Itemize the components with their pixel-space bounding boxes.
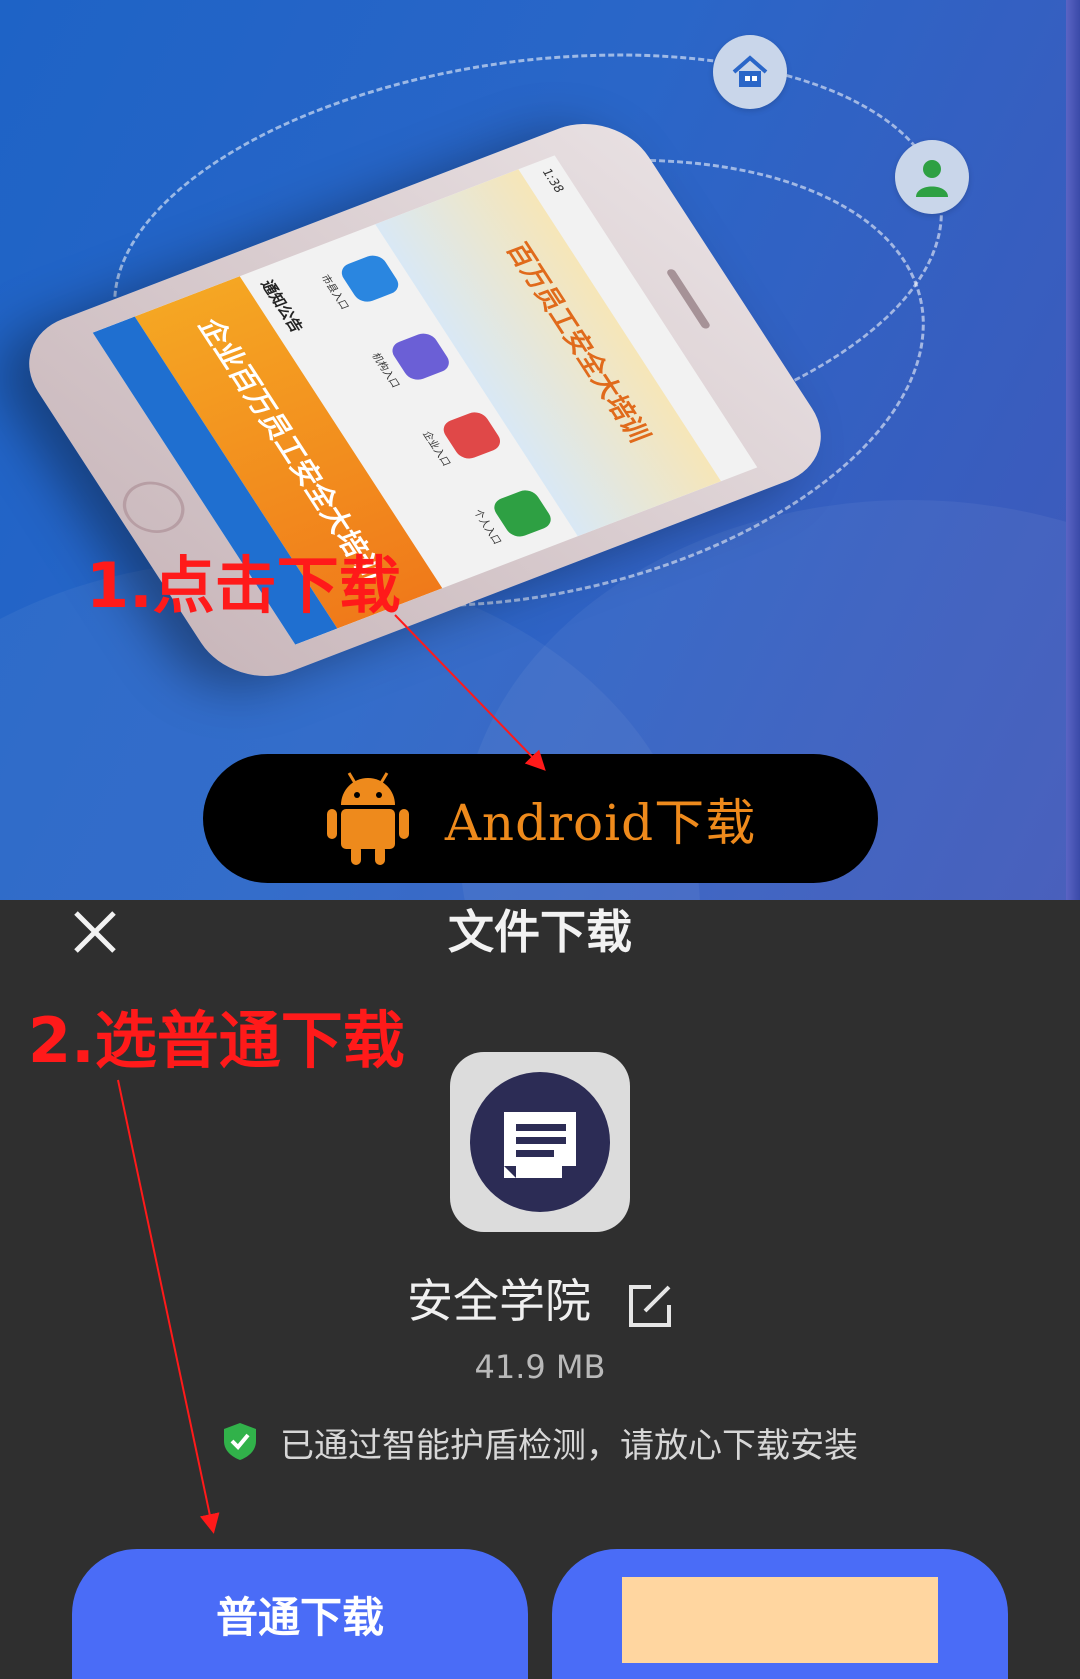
phone-tile: 企业入口 bbox=[414, 402, 509, 476]
phone-speaker bbox=[665, 268, 712, 330]
phone-home-button bbox=[111, 473, 196, 542]
app-name-row: 安全学院 bbox=[0, 1262, 1080, 1336]
dialog-title: 文件下载 bbox=[448, 905, 632, 959]
safety-notice: 已通过智能护盾检测，请放心下载安装 bbox=[0, 1418, 1080, 1467]
app-name: 安全学院 bbox=[407, 1273, 591, 1328]
person-icon bbox=[895, 140, 969, 214]
phone-tile: 市县入口 bbox=[313, 245, 408, 319]
page-edge bbox=[1066, 0, 1080, 900]
phone-time: 1:38 bbox=[539, 166, 568, 195]
phone-tile: 机构入口 bbox=[363, 324, 458, 398]
redacted-label bbox=[622, 1577, 938, 1663]
android-download-label: Android下载 bbox=[444, 793, 757, 852]
app-size: 41.9 MB bbox=[474, 1348, 606, 1386]
alternate-download-button[interactable] bbox=[552, 1549, 1008, 1679]
edit-icon[interactable] bbox=[627, 1278, 673, 1327]
shield-check-icon bbox=[222, 1421, 258, 1465]
house-icon bbox=[713, 35, 787, 109]
app-icon bbox=[450, 1052, 630, 1232]
annotation-step2: 2.选普通下载 bbox=[28, 1004, 405, 1077]
safety-text: 已通过智能护盾检测，请放心下载安装 bbox=[280, 1426, 858, 1466]
android-download-button[interactable]: Android下载 bbox=[203, 754, 878, 883]
phone-tile: 个人入口 bbox=[465, 480, 560, 554]
annotation-step1: 1.点击下载 bbox=[86, 549, 401, 622]
normal-download-button[interactable]: 普通下载 bbox=[72, 1549, 528, 1679]
promo-banner: 1:38 百万员工安全大培训 市县入口 机构入口 企业入口 个人入口 通知公告 … bbox=[0, 0, 1080, 900]
android-icon bbox=[325, 767, 411, 871]
normal-download-label: 普通下载 bbox=[215, 1592, 384, 1642]
